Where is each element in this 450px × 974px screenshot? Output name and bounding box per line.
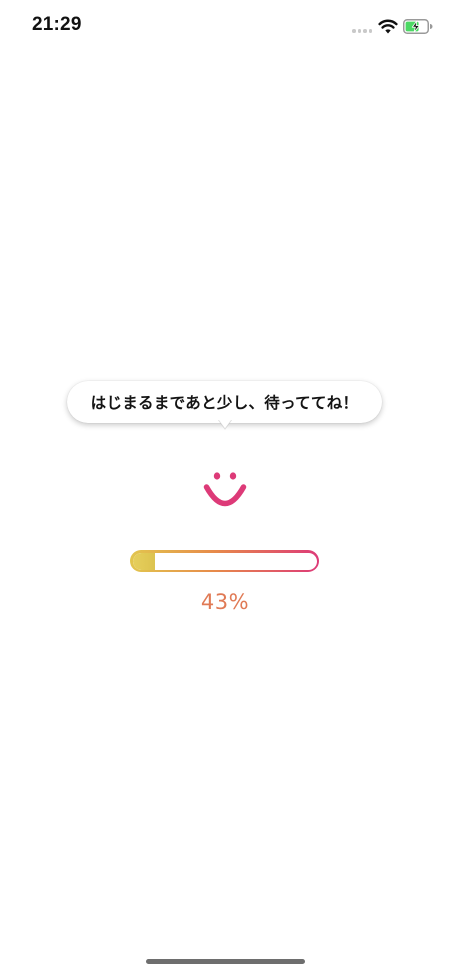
status-bar: 21:29 — [0, 0, 450, 54]
smiley-face-icon — [203, 472, 247, 507]
battery-charging-icon — [403, 19, 433, 34]
status-time: 21:29 — [32, 14, 82, 35]
progress-bar — [130, 550, 319, 572]
loading-message: はじまるまであと少し、待っててね！ — [90, 394, 359, 412]
bubble-tail — [216, 417, 234, 430]
progress-fill — [132, 552, 155, 570]
progress-percent: 43% — [200, 590, 250, 614]
home-indicator[interactable] — [146, 959, 305, 964]
wifi-icon — [378, 19, 398, 34]
cellular-dots-icon — [352, 29, 372, 33]
